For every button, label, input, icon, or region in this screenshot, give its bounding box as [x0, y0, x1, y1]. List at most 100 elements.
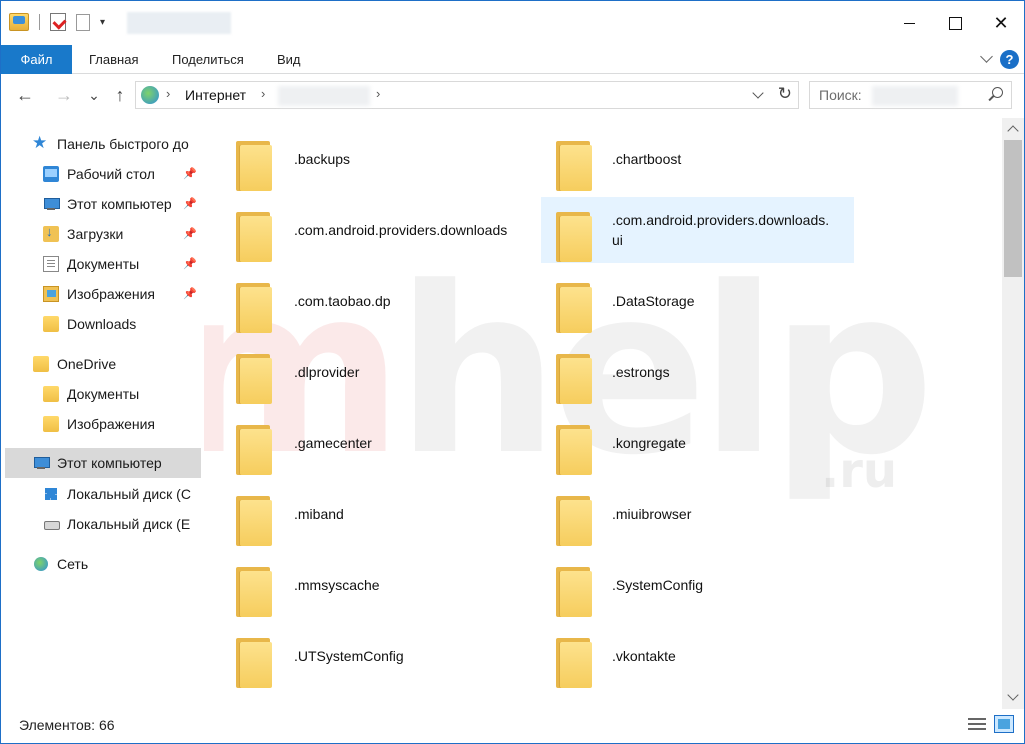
list-item[interactable]: .mmsyscache [204, 552, 522, 618]
list-item[interactable]: .kongregate [541, 410, 854, 476]
sidebar-item-label: Рабочий стол [67, 166, 155, 182]
sidebar-item-downloads-ru[interactable]: Загрузки 📌 [5, 219, 201, 249]
breadcrumb-separator[interactable]: › [376, 86, 380, 101]
list-item[interactable]: .gamecenter [204, 410, 522, 476]
sidebar-item-onedrive-pictures[interactable]: Изображения [5, 409, 201, 439]
minimize-button[interactable] [886, 1, 932, 45]
folder-icon [236, 496, 272, 546]
item-name: .kongregate [612, 435, 686, 451]
file-list: mhelp .backups .chartboost .com.android.… [204, 118, 1000, 709]
list-item-partial[interactable] [541, 694, 854, 709]
close-button[interactable]: ✕ [978, 1, 1024, 45]
scroll-up-arrow-icon[interactable] [1008, 124, 1018, 134]
up-button[interactable]: ↑ [109, 84, 131, 106]
item-name: .mmsyscache [294, 577, 380, 593]
pictures-icon [43, 286, 59, 302]
breadcrumb-internet[interactable]: Интернет [185, 87, 246, 103]
item-name: .backups [294, 151, 351, 167]
address-bar[interactable]: › Интернет › › ↻ [135, 81, 799, 109]
refresh-button[interactable]: ↻ [778, 84, 792, 104]
list-item[interactable]: .com.android.providers.downloads [204, 197, 522, 263]
list-item[interactable]: .com.taobao.dp [204, 268, 522, 334]
tab-file[interactable]: Файл [1, 45, 72, 74]
expand-ribbon-chevron-icon[interactable] [980, 52, 994, 66]
sidebar-item-onedrive-documents[interactable]: Документы [5, 379, 201, 409]
list-item[interactable]: .com.android.providers.downloads. ui [541, 197, 854, 263]
tab-home[interactable]: Главная [89, 45, 138, 74]
list-item[interactable]: .SystemConfig [541, 552, 854, 618]
pin-icon[interactable]: 📌 [183, 227, 197, 240]
list-item[interactable]: .vkontakte [541, 623, 854, 689]
list-item[interactable]: .DataStorage [541, 268, 854, 334]
qat-dropdown-icon[interactable]: ▾ [100, 17, 105, 28]
recent-locations-button[interactable]: ⌄ [83, 84, 105, 106]
sidebar-item-label: Документы [67, 386, 140, 402]
help-icon[interactable]: ? [1000, 50, 1019, 69]
address-history-chevron-icon[interactable] [752, 89, 764, 101]
breadcrumb-redacted[interactable] [278, 86, 370, 106]
list-item[interactable]: .backups [204, 126, 522, 192]
sidebar-item-this-pc[interactable]: Этот компьютер [5, 448, 201, 478]
folder-icon [236, 141, 272, 191]
pin-icon[interactable]: 📌 [183, 287, 197, 300]
folder-icon [236, 567, 272, 617]
sidebar-item-network[interactable]: Сеть [5, 549, 201, 579]
sidebar-item-drive-e[interactable]: Локальный диск (E [5, 509, 201, 539]
pin-icon[interactable]: 📌 [183, 257, 197, 270]
search-placeholder: Поиск: [819, 87, 862, 103]
tab-share[interactable]: Поделиться [172, 45, 244, 74]
item-name: .com.android.providers.downloads [294, 222, 508, 238]
windows-drive-icon [43, 486, 59, 502]
list-item[interactable]: .miuibrowser [541, 481, 854, 547]
list-item-partial[interactable] [204, 694, 522, 709]
sidebar-item-pictures[interactable]: Изображения 📌 [5, 279, 201, 309]
title-bar: ▾ ✕ [1, 1, 1024, 45]
breadcrumb-separator[interactable]: › [166, 86, 170, 101]
explorer-window: ▾ ✕ Файл Главная Поделиться Вид ? ← → ⌄ … [0, 0, 1025, 744]
details-view-icon[interactable] [968, 717, 986, 733]
pin-icon[interactable]: 📌 [183, 197, 197, 210]
search-icon[interactable] [987, 87, 1003, 103]
item-name: .vkontakte [612, 648, 676, 664]
sidebar-item-onedrive[interactable]: OneDrive [5, 349, 201, 379]
list-item[interactable]: .miband [204, 481, 522, 547]
sidebar-item-downloads-folder[interactable]: Downloads [5, 309, 201, 339]
ribbon-tabs: Файл Главная Поделиться Вид ? [1, 45, 1024, 74]
sidebar-item-label: Изображения [67, 286, 155, 302]
scroll-down-arrow-icon[interactable] [1008, 691, 1018, 701]
item-name: .dlprovider [294, 364, 360, 380]
new-folder-icon[interactable] [76, 13, 90, 31]
back-button[interactable]: ← [14, 84, 36, 106]
pin-icon[interactable]: 📌 [183, 167, 197, 180]
item-name: .miband [294, 506, 344, 522]
onedrive-icon [33, 356, 49, 372]
maximize-button[interactable] [932, 1, 978, 45]
sidebar-item-this-pc-pinned[interactable]: Этот компьютер 📌 [5, 189, 201, 219]
item-name: .estrongs [612, 364, 670, 380]
sidebar-item-drive-c[interactable]: Локальный диск (C [5, 479, 201, 509]
scrollbar-thumb[interactable] [1004, 140, 1022, 277]
search-box[interactable]: Поиск: [809, 81, 1012, 109]
folder-icon [43, 386, 59, 402]
explorer-app-icon[interactable] [9, 13, 29, 31]
sidebar-item-documents[interactable]: Документы 📌 [5, 249, 201, 279]
properties-icon[interactable] [50, 13, 66, 31]
large-icons-view-icon[interactable] [994, 715, 1014, 733]
list-item[interactable]: .UTSystemConfig [204, 623, 522, 689]
window-controls: ✕ [886, 1, 1024, 45]
tab-view[interactable]: Вид [277, 45, 301, 74]
sidebar-item-desktop[interactable]: Рабочий стол 📌 [5, 159, 201, 189]
breadcrumb-separator[interactable]: › [261, 86, 265, 101]
sidebar-item-label: Локальный диск (E [67, 516, 191, 532]
vertical-scrollbar[interactable] [1002, 118, 1024, 709]
sidebar-item-quick-access[interactable]: Панель быстрого до [5, 129, 201, 159]
forward-button[interactable]: → [53, 84, 75, 106]
list-item[interactable]: .dlprovider [204, 339, 522, 405]
list-item[interactable]: .chartboost [541, 126, 854, 192]
computer-icon [43, 196, 60, 212]
item-name: .com.android.providers.downloads. ui [612, 212, 830, 248]
folder-icon [43, 416, 59, 432]
sidebar-item-label: Загрузки [67, 226, 124, 242]
folder-icon [236, 425, 272, 475]
list-item[interactable]: .estrongs [541, 339, 854, 405]
